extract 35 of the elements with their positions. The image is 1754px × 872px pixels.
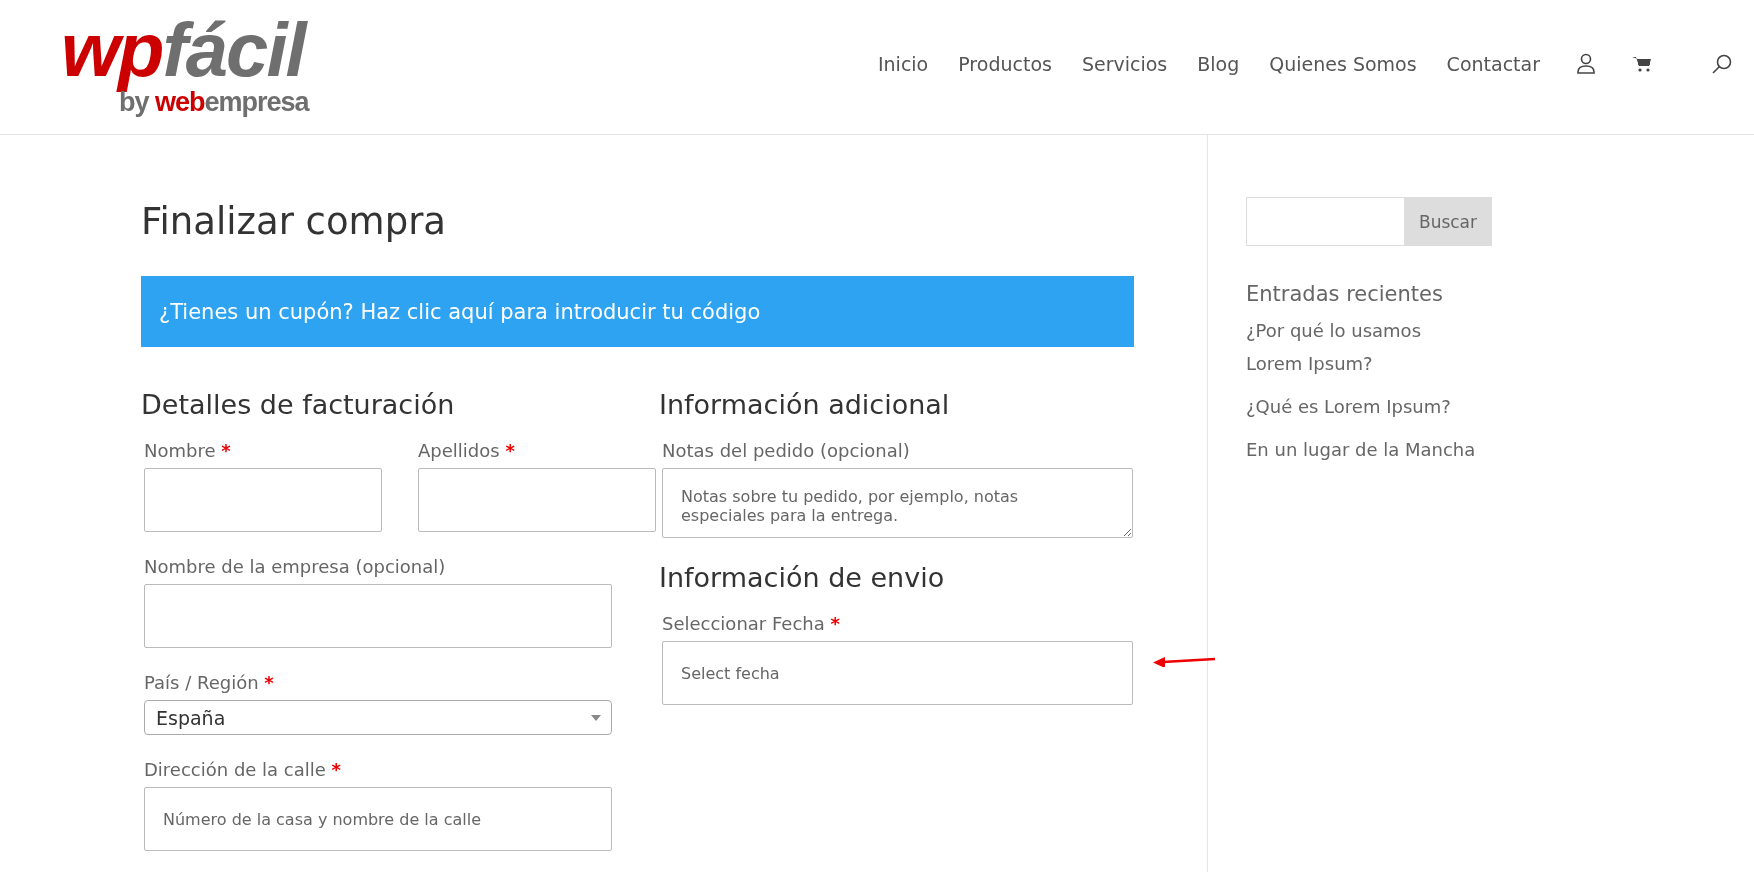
nav-link[interactable]: Blog xyxy=(1197,53,1240,75)
input-field[interactable] xyxy=(418,468,656,532)
nav-link[interactable]: Inicio xyxy=(877,53,929,75)
field-label: Notas del pedido (opcional) xyxy=(662,440,911,461)
field-label: Apellidos * xyxy=(418,440,516,461)
cart-icon[interactable] xyxy=(1632,55,1652,73)
page-title: Finalizar compra xyxy=(141,200,447,243)
input-field[interactable]: Select fecha xyxy=(662,641,1133,705)
field-label: Seleccionar Fecha * xyxy=(662,613,841,634)
country-select[interactable]: España xyxy=(144,700,612,735)
field-label: Nombre * xyxy=(144,440,232,461)
search-field[interactable] xyxy=(1246,197,1404,246)
search-icon[interactable] xyxy=(1712,54,1732,74)
field-label: País / Región * xyxy=(144,672,275,693)
section-heading: Información adicional xyxy=(659,389,951,420)
section-heading: Detalles de facturación xyxy=(141,389,456,420)
nav-link[interactable]: Servicios xyxy=(1081,53,1168,75)
widget-heading: Entradas recientes xyxy=(1246,282,1444,306)
field-label: Nombre de la empresa (opcional) xyxy=(144,556,447,577)
input-field[interactable]: Número de la casa y nombre de la calle xyxy=(144,787,612,851)
post-link[interactable]: En un lugar de la Mancha xyxy=(1246,433,1481,466)
input-field[interactable] xyxy=(144,584,612,648)
post-link[interactable]: ¿Qué es Lorem Ipsum? xyxy=(1246,390,1481,423)
caret-icon xyxy=(591,714,601,721)
nav-link[interactable]: Quienes Somos xyxy=(1269,53,1417,75)
nav-link[interactable]: Productos xyxy=(958,53,1052,75)
search-button[interactable]: Buscar xyxy=(1404,197,1492,246)
section-heading: Información de envio xyxy=(659,562,946,593)
input-field[interactable] xyxy=(144,468,382,532)
user-icon[interactable] xyxy=(1576,53,1596,75)
post-link[interactable]: ¿Por qué lo usamos Lorem Ipsum? xyxy=(1246,314,1481,380)
textarea-field[interactable]: Notas sobre tu pedido, por ejemplo, notas especiales para la entrega. xyxy=(662,468,1133,538)
field-label: Dirección de la calle * xyxy=(144,759,342,780)
pointer-arrow xyxy=(1153,655,1215,667)
nav-link[interactable]: Contactar xyxy=(1446,53,1540,75)
